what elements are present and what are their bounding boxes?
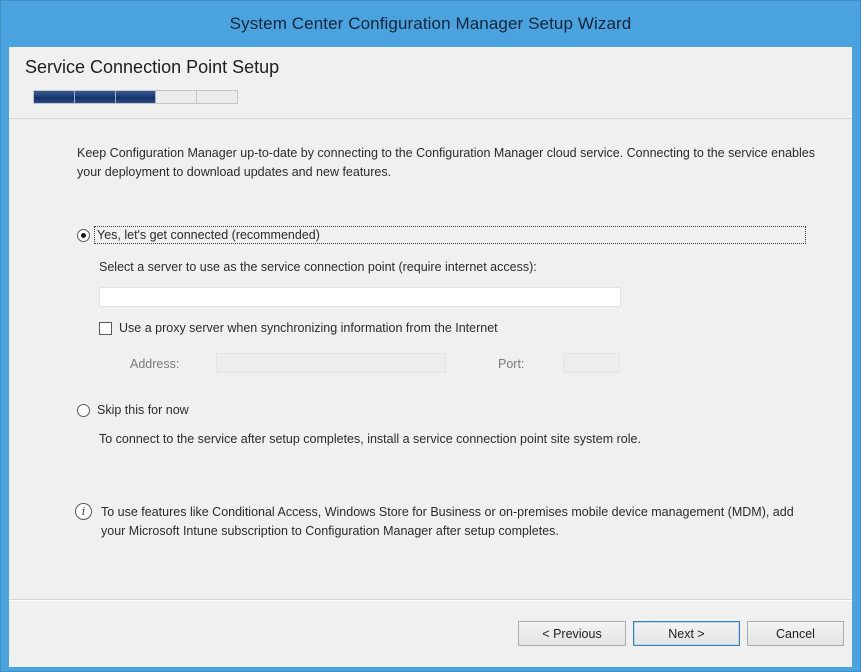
proxy-checkbox-label: Use a proxy server when synchronizing in… (119, 321, 498, 335)
port-input[interactable] (563, 353, 620, 373)
title-bar[interactable]: System Center Configuration Manager Setu… (1, 1, 860, 47)
connect-radio-button[interactable] (77, 228, 90, 242)
cancel-button[interactable]: Cancel (747, 621, 844, 646)
window-title: System Center Configuration Manager Setu… (229, 14, 632, 33)
wizard-header: Service Connection Point Setup (9, 47, 852, 119)
progress-segment (156, 91, 198, 103)
connect-radio-label-text: Yes, let's get connected (recommended) (97, 228, 320, 242)
next-button[interactable]: Next > (633, 621, 740, 646)
previous-button[interactable]: < Previous (518, 621, 626, 646)
server-input[interactable] (99, 287, 621, 307)
footer-separator (9, 599, 852, 601)
progress-segment (197, 91, 237, 103)
address-input[interactable] (216, 353, 446, 373)
connect-radio-label[interactable]: Yes, let's get connected (recommended) (94, 226, 806, 244)
port-label: Port: (498, 357, 525, 371)
skip-description: To connect to the service after setup co… (99, 432, 641, 446)
wizard-client-area: Service Connection Point Setup Keep Conf… (9, 47, 852, 667)
progress-segment (115, 91, 157, 103)
skip-radio-option[interactable]: Skip this for now (77, 403, 189, 417)
server-prompt: Select a server to use as the service co… (99, 260, 537, 274)
page-title: Service Connection Point Setup (25, 57, 280, 77)
intro-text: Keep Configuration Manager up-to-date by… (77, 146, 815, 179)
info-icon: i (75, 503, 92, 520)
progress-segment (74, 91, 116, 103)
skip-radio-button[interactable] (77, 403, 90, 417)
skip-radio-label: Skip this for now (97, 403, 189, 417)
address-label: Address: (130, 357, 180, 371)
progress-segment (34, 91, 75, 103)
wizard-progress-bar (33, 90, 238, 104)
info-note-text: To use features like Conditional Access,… (101, 505, 794, 538)
connect-radio-option[interactable]: Yes, let's get connected (recommended) (77, 226, 806, 244)
wizard-footer: < Previous Next > Cancel (9, 603, 852, 667)
proxy-checkbox[interactable] (99, 321, 112, 335)
wizard-body: Keep Configuration Manager up-to-date by… (9, 120, 852, 596)
proxy-checkbox-option[interactable]: Use a proxy server when synchronizing in… (99, 321, 498, 335)
wizard-window: System Center Configuration Manager Setu… (0, 0, 861, 672)
info-note: i To use features like Conditional Acces… (75, 503, 821, 541)
